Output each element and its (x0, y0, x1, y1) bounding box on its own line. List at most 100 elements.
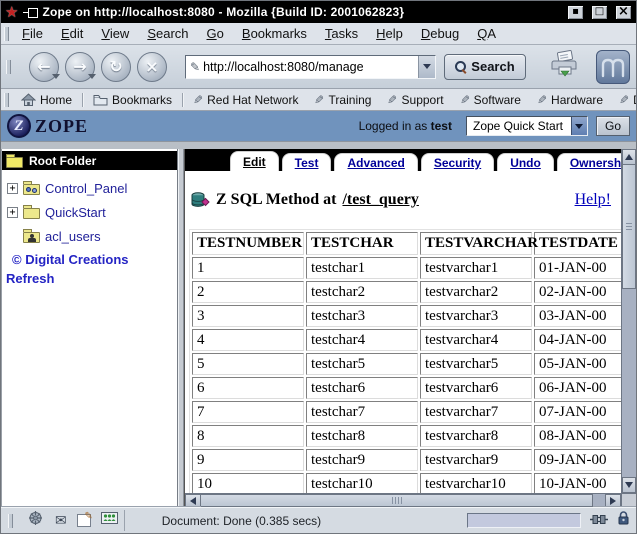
vertical-scroll-track[interactable] (622, 289, 636, 477)
bookmark-item[interactable]: Software (452, 93, 529, 107)
menu-item[interactable]: View (92, 24, 138, 43)
cell-testnumber: 1 (192, 257, 304, 279)
sidebar-item-root-folder[interactable]: Root Folder (2, 151, 177, 170)
logged-in-status: Logged in as test (359, 119, 452, 133)
horizontal-scroll-track[interactable] (593, 494, 605, 507)
menu-item[interactable]: Tasks (316, 24, 367, 43)
navigation-toolbar: ← → ↻ × ✎ Search (1, 45, 636, 89)
select-dropdown-button[interactable] (571, 117, 587, 135)
bookmarks-folder-icon (93, 94, 108, 106)
composer-button[interactable]: ✎ (77, 514, 91, 527)
menu-item[interactable]: Edit (52, 24, 92, 43)
home-button[interactable]: Home (13, 93, 80, 107)
quick-start-select[interactable]: Zope Quick Start (466, 116, 588, 136)
object-path-link[interactable]: /test_query (342, 191, 418, 209)
sidebar-item-control-panel[interactable]: + Control_Panel (7, 176, 177, 200)
scroll-down-button[interactable] (622, 477, 636, 493)
bookmark-item[interactable]: Support (379, 93, 451, 107)
bookmark-pencil-icon (193, 93, 203, 107)
bookmark-pencil-icon (537, 93, 547, 107)
menubar-grippy[interactable] (4, 27, 9, 41)
maximize-button[interactable]: □ (591, 5, 608, 20)
help-link[interactable]: Help! (575, 191, 611, 209)
scroll-up-button[interactable] (622, 149, 636, 165)
navbar-grippy[interactable] (6, 60, 11, 74)
sidebar-item-quickstart[interactable]: + QuickStart (7, 200, 177, 224)
acl-users-link[interactable]: acl_users (45, 229, 101, 244)
bookmarks-button[interactable]: Bookmarks (85, 93, 180, 107)
menu-item[interactable]: Help (367, 24, 412, 43)
personalbar-grippy[interactable] (4, 93, 9, 107)
url-dropdown-button[interactable] (418, 56, 435, 78)
tab[interactable]: Advanced (334, 153, 417, 171)
cell-testchar: testchar4 (306, 329, 418, 351)
scroll-left-button[interactable] (185, 494, 201, 507)
table-row: 1 testchar1 testvarchar1 01-JAN-00 (192, 257, 621, 279)
menu-item[interactable]: Search (138, 24, 197, 43)
stop-button[interactable]: × (137, 52, 167, 82)
vertical-scroll-thumb[interactable] (622, 165, 636, 289)
tab[interactable]: Test (282, 153, 332, 171)
digital-creations-link[interactable]: © Digital Creations (12, 252, 177, 267)
offline-plug-button[interactable] (590, 512, 608, 530)
url-pencil-icon: ✎ (190, 60, 200, 74)
menu-item[interactable]: Bookmarks (233, 24, 316, 43)
back-dropdown-icon[interactable] (52, 74, 60, 83)
menu-item[interactable]: File (13, 24, 52, 43)
bookmark-item[interactable]: Hardware (529, 93, 611, 107)
url-input[interactable] (203, 60, 418, 74)
go-button[interactable]: Go (596, 116, 630, 136)
expand-icon[interactable]: + (7, 207, 18, 218)
refresh-link[interactable]: Refresh (6, 271, 177, 286)
bookmark-pencil-icon (460, 93, 470, 107)
vertical-scrollbar[interactable] (621, 149, 636, 493)
address-book-button[interactable] (101, 511, 118, 530)
home-icon (21, 93, 36, 106)
forward-button[interactable]: → (65, 52, 95, 82)
table-body: 1 testchar1 testvarchar1 01-JAN-00 2 tes… (192, 257, 621, 493)
sql-results-table: TESTNUMBERTESTCHARTESTVARCHARTESTDATE 1 … (189, 229, 621, 493)
arrow-up-icon (625, 150, 633, 160)
back-button[interactable]: ← (29, 52, 59, 82)
horizontal-scroll-thumb[interactable] (201, 494, 593, 507)
cell-testnumber: 2 (192, 281, 304, 303)
menu-item[interactable]: Go (198, 24, 233, 43)
table-row: 10 testchar10 testvarchar10 10-JAN-00 (192, 473, 621, 493)
tab[interactable]: Security (421, 153, 494, 171)
cell-testdate: 09-JAN-00 (534, 449, 621, 471)
reload-button[interactable]: ↻ (101, 52, 131, 82)
forward-dropdown-icon[interactable] (88, 74, 96, 83)
minimize-button[interactable]: ▪ (567, 5, 584, 20)
tab[interactable]: Ownership (557, 153, 621, 171)
status-message: Document: Done (0.385 secs) (162, 514, 321, 528)
search-button-label: Search (471, 59, 514, 74)
cell-testnumber: 8 (192, 425, 304, 447)
mail-button[interactable]: ✉ (55, 513, 67, 529)
bookmarks-label: Bookmarks (112, 93, 172, 107)
composer-pencil-icon: ✎ (84, 511, 92, 522)
bookmark-item[interactable]: Training (306, 93, 379, 107)
bookmark-item[interactable]: Develo (611, 93, 637, 107)
table-row: 2 testchar2 testvarchar2 02-JAN-00 (192, 281, 621, 303)
quickstart-link[interactable]: QuickStart (45, 205, 106, 220)
scroll-right-button[interactable] (605, 494, 621, 507)
expand-icon[interactable]: + (7, 183, 18, 194)
control-panel-link[interactable]: Control_Panel (45, 181, 127, 196)
tab[interactable]: Edit (230, 151, 279, 171)
users-folder-icon (23, 232, 40, 243)
print-button[interactable] (550, 50, 580, 83)
search-button[interactable]: Search (444, 54, 525, 80)
zope-logo-icon: Z (7, 114, 31, 138)
logged-in-prefix: Logged in as (359, 119, 428, 133)
nav-buttons: ← → ↻ × (29, 52, 167, 82)
close-button[interactable]: × (615, 5, 632, 20)
menu-item[interactable]: Debug (412, 24, 468, 43)
menu-item[interactable]: QA (468, 24, 505, 43)
bookmark-item[interactable]: Red Hat Network (185, 93, 306, 107)
tab[interactable]: Undo (497, 153, 554, 171)
mozilla-logo[interactable] (596, 50, 630, 84)
horizontal-scrollbar[interactable] (185, 493, 621, 507)
security-button[interactable] (617, 511, 630, 530)
navigator-button[interactable] (26, 510, 45, 531)
sidebar-item-acl-users[interactable]: acl_users (7, 224, 177, 248)
